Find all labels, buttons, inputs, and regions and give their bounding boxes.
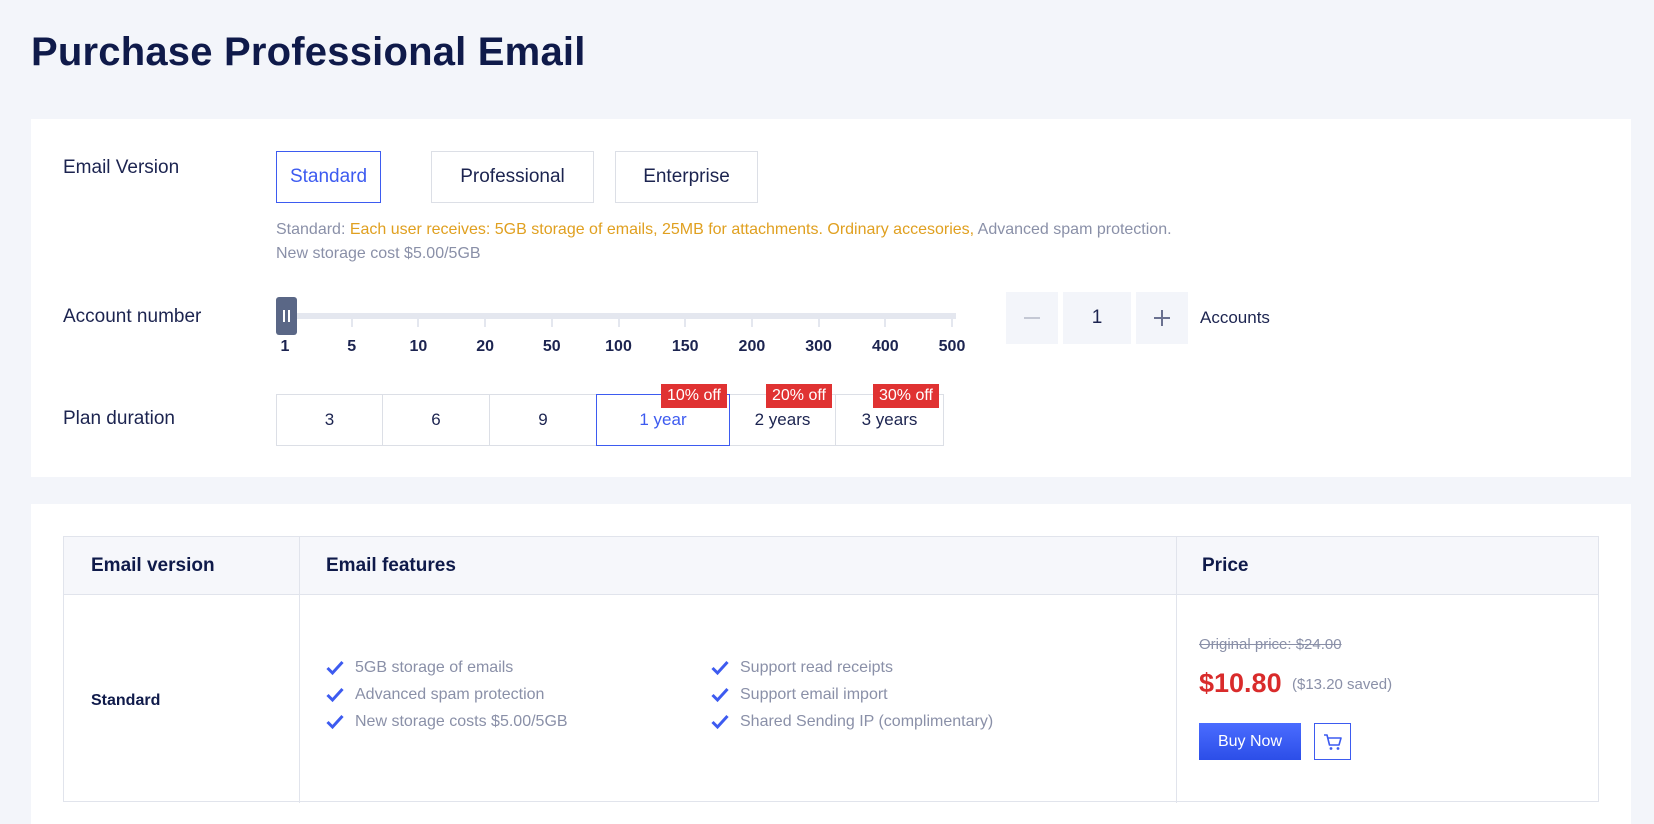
discount-badge-2-years: 20% off [766, 384, 832, 408]
header-price: Price [1202, 555, 1249, 576]
check-icon [711, 687, 729, 703]
add-to-cart-button[interactable] [1314, 723, 1351, 760]
check-icon [326, 714, 344, 730]
original-price: Original price: $24.00 [1199, 636, 1342, 653]
storage-note: New storage cost $5.00/5GB [276, 245, 481, 262]
feature-item: New storage costs $5.00/5GB [326, 713, 568, 731]
version-option-enterprise[interactable]: Enterprise [615, 151, 758, 203]
summary-panel: Email version Email features Price Stand… [31, 504, 1631, 824]
check-icon [711, 660, 729, 676]
cart-icon [1323, 733, 1342, 750]
slider-tick-label[interactable]: 10 [409, 338, 427, 356]
slider-tick [417, 319, 420, 327]
feature-item: Shared Sending IP (complimentary) [711, 713, 993, 731]
check-icon [326, 660, 344, 676]
slider-tick-label[interactable]: 50 [543, 338, 561, 356]
increment-button[interactable] [1136, 292, 1188, 344]
check-icon [326, 687, 344, 703]
account-slider-thumb[interactable] [276, 297, 297, 335]
version-description: Standard: Each user receives: 5GB storag… [276, 218, 1172, 266]
slider-tick-label[interactable]: 5 [347, 338, 356, 356]
discount-badge-1-year: 10% off [661, 384, 727, 408]
table-header [64, 537, 1598, 595]
version-option-standard[interactable]: Standard [276, 151, 381, 203]
discount-badge-3-years: 30% off [873, 384, 939, 408]
feature-label: 5GB storage of emails [355, 659, 514, 676]
slider-tick [684, 319, 687, 327]
slider-tick-label[interactable]: 200 [739, 338, 766, 356]
duration-option-6[interactable]: 6 [382, 394, 490, 446]
slider-tick-label[interactable]: 20 [476, 338, 494, 356]
slider-tick [484, 319, 487, 327]
check-icon [711, 714, 729, 730]
feature-item: 5GB storage of emails [326, 659, 513, 677]
plus-icon [1154, 310, 1170, 326]
feature-label: Support read receipts [740, 659, 893, 676]
purchase-options-panel: Email Version Standard Professional Ente… [31, 119, 1631, 477]
duration-option-3[interactable]: 3 [276, 394, 383, 446]
desc-highlight: Each user receives: 5GB storage of email… [349, 221, 975, 238]
slider-tick [951, 319, 953, 327]
email-version-label: Email Version [63, 157, 180, 178]
feature-label: Shared Sending IP (complimentary) [740, 713, 994, 730]
minus-icon [1024, 317, 1040, 319]
page-title: Purchase Professional Email [31, 30, 586, 74]
slider-tick-label[interactable]: 1 [281, 338, 290, 356]
feature-label: Support email import [740, 686, 888, 703]
decrement-button[interactable] [1006, 292, 1058, 344]
feature-item: Support email import [711, 686, 888, 704]
accounts-unit-label: Accounts [1200, 308, 1270, 327]
version-option-professional[interactable]: Professional [431, 151, 594, 203]
slider-tick [550, 319, 553, 327]
current-price: $10.80 [1199, 668, 1282, 698]
desc-prefix: Standard: [276, 221, 350, 238]
row-email-version: Standard [91, 692, 161, 709]
feature-label: Advanced spam protection [355, 686, 545, 703]
desc-suffix: Advanced spam protection. [974, 221, 1172, 238]
slider-tick-label[interactable]: 150 [672, 338, 699, 356]
duration-option-9[interactable]: 9 [489, 394, 597, 446]
slider-tick [750, 319, 753, 327]
slider-tick-label[interactable]: 100 [605, 338, 632, 356]
header-email-version: Email version [91, 555, 215, 576]
account-count-input[interactable]: 1 [1063, 292, 1131, 344]
slider-tick-label[interactable]: 500 [939, 338, 966, 356]
feature-item: Advanced spam protection [326, 686, 544, 704]
summary-table: Email version Email features Price Stand… [63, 536, 1599, 803]
saved-amount: ($13.20 saved) [1292, 676, 1393, 693]
plan-duration-label: Plan duration [63, 408, 175, 429]
feature-label: New storage costs $5.00/5GB [355, 713, 568, 730]
slider-tick-label[interactable]: 400 [872, 338, 899, 356]
slider-tick [617, 319, 620, 327]
slider-tick [350, 319, 353, 327]
slider-tick [817, 319, 820, 327]
account-slider-track[interactable] [276, 313, 956, 319]
feature-item: Support read receipts [711, 659, 893, 677]
account-number-label: Account number [63, 306, 202, 327]
buy-now-button[interactable]: Buy Now [1199, 723, 1301, 760]
slider-tick [884, 319, 887, 327]
slider-tick-label[interactable]: 300 [805, 338, 832, 356]
header-email-features: Email features [326, 555, 456, 576]
